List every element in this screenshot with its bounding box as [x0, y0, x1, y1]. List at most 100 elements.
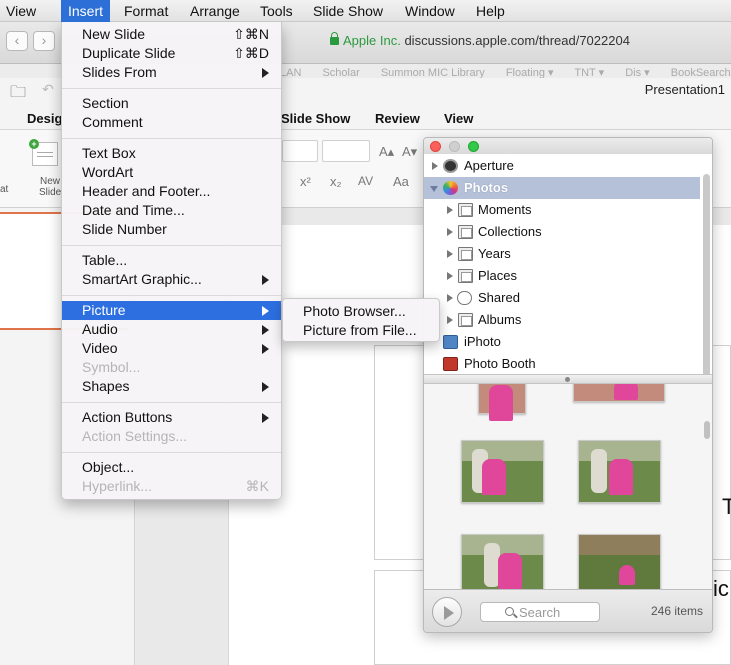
menu-format[interactable]: Format [117, 0, 175, 22]
photo-browser-titlebar[interactable] [424, 138, 712, 154]
tree-scrollbar[interactable] [703, 174, 710, 384]
tab-slide-show[interactable]: Slide Show [281, 111, 350, 126]
tree-item-albums[interactable]: Albums [424, 309, 700, 331]
photo-thumbnail[interactable] [461, 440, 544, 503]
menu-item-table[interactable]: Table... [62, 251, 281, 270]
menu-item-smartart[interactable]: SmartArt Graphic... [62, 270, 281, 289]
disclosure-triangle-icon[interactable] [447, 250, 453, 258]
tree-item-years[interactable]: Years [424, 243, 700, 265]
zoom-window-button[interactable] [468, 141, 479, 152]
disclosure-triangle-icon[interactable] [447, 206, 453, 214]
menu-item-label: Table... [82, 252, 128, 268]
new-slide-icon[interactable]: + [29, 139, 58, 166]
font-size-dropdown[interactable] [322, 140, 370, 162]
menu-view[interactable]: View [0, 0, 43, 22]
tree-item-label: Aperture [464, 158, 514, 173]
tree-item-iphoto[interactable]: iPhoto [424, 331, 700, 353]
chevron-left-icon: ‹ [14, 32, 20, 48]
photo-booth-icon [443, 357, 458, 371]
character-spacing-icon[interactable]: AV [358, 174, 373, 188]
disclosure-triangle-icon[interactable] [447, 294, 453, 302]
menu-item-picture-from-file[interactable]: Picture from File... [283, 321, 439, 340]
menu-item-header-footer[interactable]: Header and Footer... [62, 182, 281, 201]
tree-item-collections[interactable]: Collections [424, 221, 700, 243]
tree-item-places[interactable]: Places [424, 265, 700, 287]
menu-bar: View Insert Format Arrange Tools Slide S… [0, 0, 731, 22]
change-case-icon[interactable]: Aa [393, 174, 409, 189]
decrease-font-icon[interactable]: A▾ [402, 144, 417, 160]
menu-insert[interactable]: Insert [61, 0, 111, 22]
tab-design[interactable]: Desig [27, 111, 62, 126]
disclosure-triangle-icon[interactable] [447, 316, 453, 324]
photo-source-tree: Aperture Photos Moments Collections Year… [424, 154, 712, 384]
undo-icon[interactable]: ↶ [42, 81, 54, 98]
menu-slide-show[interactable]: Slide Show [306, 0, 390, 22]
tree-item-photo-booth[interactable]: Photo Booth [424, 353, 700, 375]
grid-scrollbar[interactable] [704, 421, 710, 439]
site-company: Apple Inc. [343, 33, 401, 48]
close-window-button[interactable] [430, 141, 441, 152]
divider-grip-icon [565, 377, 570, 382]
menu-item-audio[interactable]: Audio [62, 320, 281, 339]
superscript-icon[interactable]: x² [300, 174, 311, 189]
menu-item-label: Object... [82, 459, 135, 475]
menu-item-new-slide[interactable]: New Slide ⇧⌘N [62, 25, 281, 44]
menu-item-comment[interactable]: Comment [62, 113, 281, 132]
tab-review[interactable]: Review [375, 111, 420, 126]
menu-item-label: WordArt [82, 164, 134, 180]
photo-thumbnail[interactable] [478, 384, 526, 421]
menu-item-action-buttons[interactable]: Action Buttons [62, 408, 281, 427]
menu-item-label: Photo Browser... [303, 303, 406, 319]
tree-item-shared[interactable]: Shared [424, 287, 700, 309]
subscript-icon[interactable]: x₂ [330, 174, 342, 189]
photo-search-field[interactable] [480, 602, 600, 622]
menu-item-object[interactable]: Object... [62, 458, 281, 477]
search-input[interactable] [519, 604, 597, 620]
increase-font-icon[interactable]: A▴ [379, 144, 394, 160]
menu-item-label: Action Settings... [82, 428, 188, 444]
menu-item-label: Hyperlink... [82, 478, 153, 494]
disclosure-triangle-icon[interactable] [447, 272, 453, 280]
menu-help[interactable]: Help [469, 0, 512, 22]
menu-item-date-time[interactable]: Date and Time... [62, 201, 281, 220]
menu-item-label: Duplicate Slide [82, 45, 176, 61]
menu-item-label: Slide Number [82, 221, 167, 237]
menu-item-photo-browser[interactable]: Photo Browser... [283, 302, 439, 321]
menu-item-video[interactable]: Video [62, 339, 281, 358]
photo-thumbnail[interactable] [578, 534, 661, 589]
menu-item-label: Symbol... [82, 359, 141, 375]
tree-item-photos[interactable]: Photos [424, 177, 700, 199]
menu-item-label: Audio [82, 321, 118, 337]
new-slide-label-2[interactable]: Slide [39, 187, 61, 198]
address-bar[interactable]: Apple Inc. discussions.apple.com/thread/… [330, 30, 731, 52]
disclosure-triangle-icon[interactable] [447, 228, 453, 236]
menu-item-slides-from[interactable]: Slides From [62, 63, 281, 82]
menu-item-label: Section [82, 95, 129, 111]
tree-item-aperture[interactable]: Aperture [424, 155, 700, 177]
menu-tools[interactable]: Tools [253, 0, 300, 22]
menu-item-section[interactable]: Section [62, 94, 281, 113]
back-button[interactable]: ‹ [6, 31, 28, 51]
disclosure-triangle-icon[interactable] [432, 162, 438, 170]
photo-thumbnail[interactable] [461, 534, 544, 589]
menu-item-slide-number[interactable]: Slide Number [62, 220, 281, 239]
forward-button[interactable]: › [33, 31, 55, 51]
disclosure-triangle-icon[interactable] [430, 186, 438, 192]
menu-item-shapes[interactable]: Shapes [62, 377, 281, 396]
tab-view[interactable]: View [444, 111, 473, 126]
menu-item-text-box[interactable]: Text Box [62, 144, 281, 163]
menu-item-picture[interactable]: Picture [62, 301, 281, 320]
menu-item-label: New Slide [82, 26, 146, 42]
photo-thumbnail[interactable] [573, 384, 665, 402]
minimize-window-button[interactable] [449, 141, 460, 152]
menu-item-duplicate-slide[interactable]: Duplicate Slide ⇧⌘D [62, 44, 281, 63]
menu-window[interactable]: Window [398, 0, 462, 22]
menu-arrange[interactable]: Arrange [183, 0, 247, 22]
menu-item-wordart[interactable]: WordArt [62, 163, 281, 182]
play-slideshow-button[interactable] [432, 597, 462, 627]
tree-item-moments[interactable]: Moments [424, 199, 700, 221]
split-view-divider[interactable] [424, 374, 712, 384]
font-name-dropdown[interactable] [282, 140, 318, 162]
photo-thumbnail[interactable] [578, 440, 661, 503]
new-slide-label[interactable]: New [40, 176, 60, 187]
